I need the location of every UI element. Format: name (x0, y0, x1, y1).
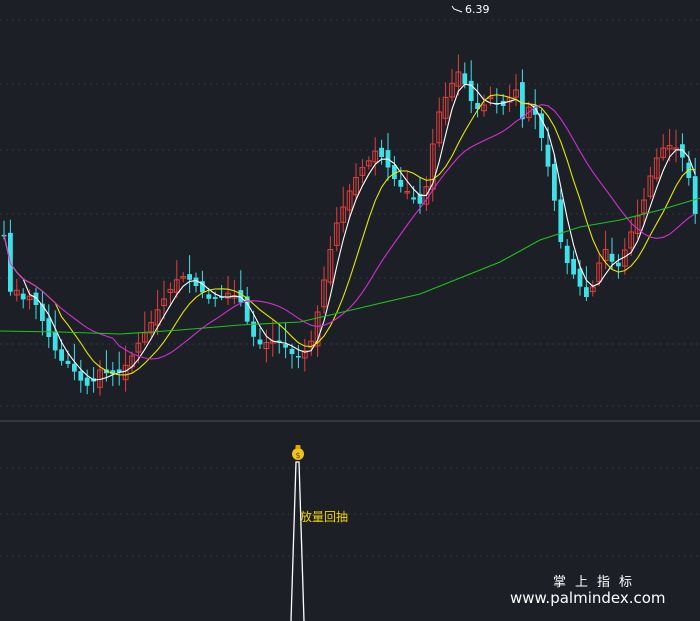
candle-body (20, 293, 26, 300)
candle-body (680, 144, 685, 158)
candle-body (296, 355, 301, 358)
watermark: 掌上指标 www.palmindex.com (510, 575, 666, 607)
candle-body (564, 245, 570, 263)
candle-body (72, 363, 77, 372)
candle-body (692, 176, 698, 214)
candle-body (59, 349, 64, 361)
peak-price-label: 6.39 (465, 3, 490, 16)
money-bag-icon: $ (292, 445, 304, 460)
candlestick-chart: 6.39 $ 放量回抽 掌上指标 www.palmindex.com (0, 3, 700, 621)
chart-stage: 6.39 $ 放量回抽 掌上指标 www.palmindex.com (0, 0, 700, 621)
candle-body (468, 80, 474, 101)
candle-body (283, 344, 288, 348)
peak-marker: 6.39 (451, 3, 490, 16)
candle-body (212, 297, 218, 299)
ma-green-line (0, 197, 700, 335)
candle-body (187, 274, 192, 280)
candle-body (462, 73, 468, 85)
signal-label: 放量回抽 (300, 509, 348, 524)
candle-body (545, 144, 551, 167)
candle-body (609, 253, 615, 262)
ma-white-line (3, 83, 696, 381)
svg-text:$: $ (295, 451, 300, 460)
candle-body (398, 179, 404, 187)
candle-body (584, 287, 589, 297)
candle-body (379, 147, 384, 157)
candle-body (206, 294, 212, 299)
candle-body (558, 199, 564, 242)
peak-pointer (451, 5, 463, 13)
candle-body (520, 82, 525, 120)
ma-magenta-line (3, 104, 696, 360)
watermark-title: 掌上指标 (553, 575, 641, 590)
signal-spike (290, 461, 305, 621)
candle-body (33, 292, 39, 305)
candle-body (289, 348, 295, 354)
indicator-panel: $ 放量回抽 (290, 445, 348, 621)
candle-body (411, 197, 416, 200)
moving-average-lines (0, 83, 700, 381)
ma-yellow-line (3, 94, 696, 376)
candle-body (571, 258, 576, 275)
candle-body (65, 360, 71, 364)
candle-body (78, 371, 84, 381)
candle-body (52, 332, 58, 351)
candle-body (84, 377, 90, 386)
candle-body (46, 318, 52, 337)
candle-body (616, 262, 621, 267)
candle-body (257, 339, 263, 345)
candle-body (552, 163, 557, 201)
watermark-url: www.palmindex.com (510, 589, 666, 607)
